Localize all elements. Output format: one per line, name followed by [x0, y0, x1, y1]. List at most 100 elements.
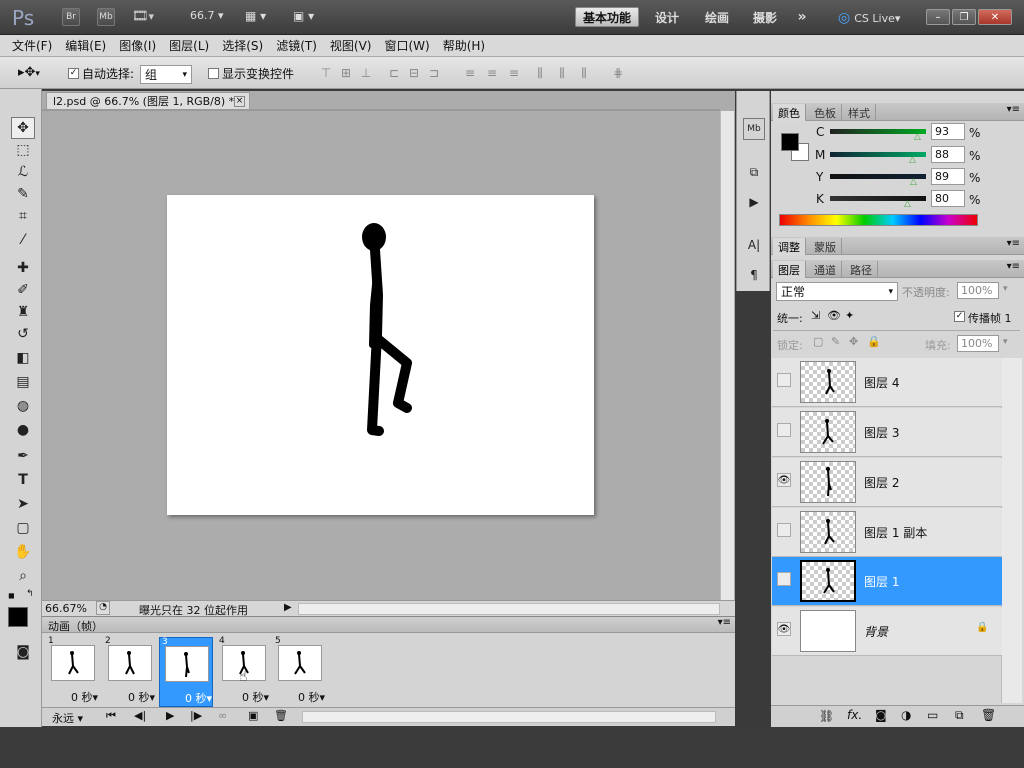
layer-name[interactable]: 背景: [864, 623, 888, 640]
character-icon[interactable]: A|: [743, 234, 765, 256]
unify-style-icon[interactable]: ✦: [845, 309, 854, 322]
first-frame-button[interactable]: ⏮: [106, 709, 116, 723]
menu-file[interactable]: 文件(F): [12, 37, 52, 54]
layer-row-layer-4[interactable]: 图层 4: [772, 358, 1002, 407]
lock-pixels-icon[interactable]: ✎: [831, 335, 840, 348]
duplicate-frame-icon[interactable]: ▣: [248, 709, 258, 722]
channel-c-slider[interactable]: [830, 129, 926, 134]
mini-bridge-icon[interactable]: Mb: [743, 118, 765, 140]
menu-window[interactable]: 窗口(W): [384, 37, 429, 54]
distribute-bottom-icon[interactable]: ≡: [506, 65, 522, 81]
slider-thumb-icon[interactable]: △: [909, 155, 916, 165]
vertical-scrollbar[interactable]: [720, 111, 734, 601]
panel-menu-icon[interactable]: ▾≡: [1007, 104, 1020, 115]
layer-name[interactable]: 图层 4: [864, 374, 899, 391]
hand-tool-icon[interactable]: ✋: [11, 541, 35, 563]
tab-paths[interactable]: 路径: [845, 261, 878, 278]
move-tool-icon[interactable]: ✥: [11, 117, 35, 139]
lock-transparency-icon[interactable]: ▢: [813, 335, 823, 348]
distribute-vcenter-icon[interactable]: ≡: [484, 65, 500, 81]
tab-channels[interactable]: 通道: [809, 261, 842, 278]
workspace-painting-button[interactable]: 绘画: [695, 7, 739, 27]
screen-mode-dropdown[interactable]: ▣ ▾: [293, 9, 329, 25]
show-transform-checkbox[interactable]: [208, 67, 219, 79]
align-hcenter-icon[interactable]: ⊟: [406, 65, 422, 81]
visibility-toggle[interactable]: 👁: [777, 622, 791, 636]
channel-k-input[interactable]: 80: [931, 190, 965, 207]
align-right-icon[interactable]: ⊐: [426, 65, 442, 81]
frame-delay-dropdown[interactable]: 0 秒▾: [54, 689, 98, 705]
type-tool-icon[interactable]: T: [11, 469, 35, 491]
delete-frame-icon[interactable]: 🗑: [274, 709, 288, 722]
loop-options-dropdown[interactable]: 永远 ▾: [52, 710, 83, 726]
menu-layer[interactable]: 图层(L): [169, 37, 209, 54]
animation-frame-4[interactable]: 4 0 秒▾ ☝: [217, 636, 271, 707]
frame-delay-dropdown[interactable]: 0 秒▾: [168, 690, 212, 706]
align-bottom-icon[interactable]: ⊥: [358, 65, 374, 81]
quick-mask-icon[interactable]: ◙: [11, 641, 35, 663]
default-colors-icon[interactable]: ◼: [8, 591, 18, 601]
align-left-icon[interactable]: ⊏: [386, 65, 402, 81]
tween-button[interactable]: ∞: [218, 709, 227, 722]
visibility-toggle[interactable]: 👁: [777, 473, 791, 487]
next-frame-button[interactable]: |▶: [190, 709, 202, 722]
adjustment-layer-icon[interactable]: ◑: [901, 708, 911, 722]
blur-tool-icon[interactable]: ◍: [11, 395, 35, 417]
panel-menu-icon[interactable]: ▾≡: [1007, 261, 1020, 272]
unify-visibility-icon[interactable]: 👁: [827, 309, 841, 322]
align-vcenter-icon[interactable]: ⊞: [338, 65, 354, 81]
chevron-down-icon[interactable]: ▾: [1003, 337, 1008, 347]
zoom-readout[interactable]: 66.67%: [45, 602, 87, 615]
slider-thumb-icon[interactable]: △: [910, 177, 917, 187]
channel-y-input[interactable]: 89: [931, 168, 965, 185]
paragraph-icon[interactable]: ¶: [743, 264, 765, 286]
link-layers-icon[interactable]: ⛓: [819, 709, 834, 723]
visibility-toggle[interactable]: [777, 423, 791, 437]
workspace-design-button[interactable]: 设计: [645, 7, 689, 27]
lock-all-icon[interactable]: 🔒: [867, 335, 881, 348]
layer-row-layer-1[interactable]: 图层 1: [772, 557, 1002, 606]
mini-bridge-button[interactable]: Mb: [97, 8, 115, 26]
bridge-button[interactable]: Br: [62, 8, 80, 26]
menu-view[interactable]: 视图(V): [330, 37, 372, 54]
marquee-tool-icon[interactable]: ⬚: [11, 139, 35, 161]
layer-row-background[interactable]: 👁 背景 🔒: [772, 607, 1002, 656]
history-brush-tool-icon[interactable]: ↺: [11, 323, 35, 345]
panel-menu-icon[interactable]: ▾≡: [718, 617, 731, 628]
layer-name[interactable]: 图层 1: [864, 573, 899, 590]
layer-row-layer-1-copy[interactable]: 图层 1 副本: [772, 508, 1002, 557]
slider-thumb-icon[interactable]: △: [904, 199, 911, 209]
cs-live-button[interactable]: ◎ CS Live ▾: [838, 9, 918, 27]
layer-name[interactable]: 图层 1 副本: [864, 524, 927, 541]
color-foreground-swatch[interactable]: [781, 133, 799, 151]
visibility-toggle[interactable]: [777, 572, 791, 586]
history-icon[interactable]: ⧉: [743, 161, 765, 183]
layer-row-layer-2[interactable]: 👁 图层 2: [772, 458, 1002, 507]
visibility-toggle[interactable]: [777, 373, 791, 387]
propagate-frame-checkbox[interactable]: ✓: [954, 311, 965, 322]
layer-row-layer-3[interactable]: 图层 3: [772, 408, 1002, 457]
foreground-color-swatch[interactable]: [8, 607, 28, 627]
chevron-down-icon[interactable]: ▾: [1003, 284, 1008, 294]
align-top-icon[interactable]: ⊤: [318, 65, 334, 81]
minimize-button[interactable]: –: [926, 9, 950, 25]
quick-select-tool-icon[interactable]: ✎: [11, 183, 35, 205]
restore-button[interactable]: ❐: [952, 9, 976, 25]
pen-tool-icon[interactable]: ✒: [11, 445, 35, 467]
distribute-right-icon[interactable]: ⫼: [576, 65, 592, 81]
lock-position-icon[interactable]: ✥: [849, 335, 858, 348]
lasso-tool-icon[interactable]: ℒ: [11, 161, 35, 183]
visibility-toggle[interactable]: [777, 523, 791, 537]
actions-icon[interactable]: ▶: [743, 191, 765, 213]
healing-brush-tool-icon[interactable]: ✚: [11, 257, 35, 279]
layer-name[interactable]: 图层 2: [864, 474, 899, 491]
workspace-essentials-button[interactable]: 基本功能: [575, 7, 639, 27]
panel-menu-icon[interactable]: ▾≡: [1007, 238, 1020, 249]
auto-select-target-dropdown[interactable]: 组 ▾: [140, 65, 192, 84]
frame-delay-dropdown[interactable]: 0 秒▾: [111, 689, 155, 705]
play-button[interactable]: ▶: [166, 709, 174, 722]
more-workspaces-button[interactable]: »: [790, 7, 814, 27]
gradient-tool-icon[interactable]: ▤: [11, 371, 35, 393]
color-spectrum-bar[interactable]: [779, 214, 978, 226]
menu-help[interactable]: 帮助(H): [443, 37, 485, 54]
